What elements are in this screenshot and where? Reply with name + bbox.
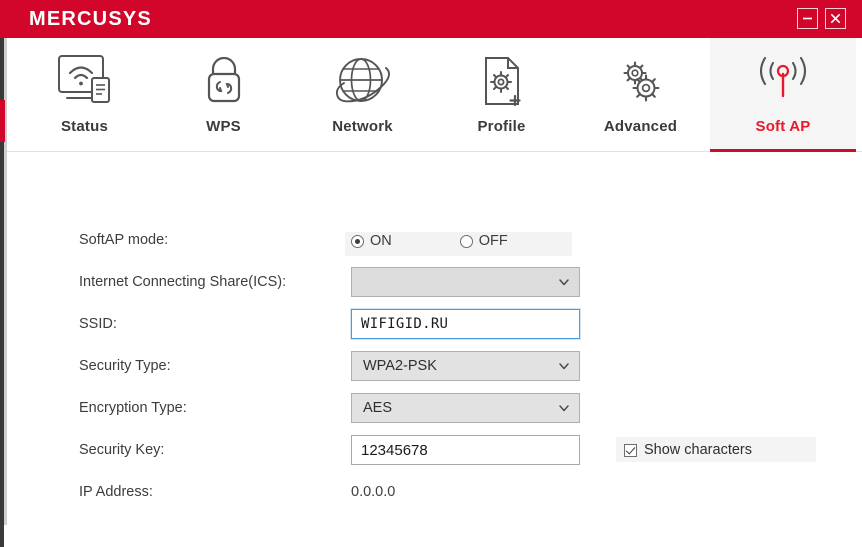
tab-wps[interactable]: WPS	[154, 38, 293, 151]
show-characters-checkbox[interactable]: Show characters	[616, 435, 816, 465]
row-softap-mode: SoftAP mode: ON OFF	[79, 225, 839, 257]
tab-advanced[interactable]: Advanced	[571, 38, 710, 151]
main-tab-bar: Status WPS Network Profile Advanced Soft…	[7, 38, 862, 152]
softap-mode-label: SoftAP mode:	[79, 232, 169, 248]
softap-mode-radio-group: ON OFF	[345, 225, 572, 257]
title-bar: MERCUSYS	[4, 0, 862, 38]
encryption-type-value: AES	[363, 400, 393, 416]
chevron-down-icon	[559, 363, 569, 370]
active-tab-indicator	[710, 149, 856, 152]
security-type-dropdown[interactable]: WPA2-PSK	[351, 351, 580, 381]
tab-wps-label: WPS	[206, 118, 241, 135]
row-encryption-type: Encryption Type: AES	[79, 393, 839, 425]
tab-profile-label: Profile	[477, 118, 526, 135]
show-characters-indicator	[624, 443, 637, 457]
radio-on-indicator	[351, 234, 364, 248]
row-ssid: SSID: WIFIGID.RU	[79, 309, 839, 341]
window-left-edge-red-accent	[0, 100, 5, 142]
ssid-input[interactable]: WIFIGID.RU	[351, 309, 580, 339]
encryption-type-control: AES	[351, 393, 580, 423]
tab-status-label: Status	[60, 118, 109, 135]
soft-ap-panel: SoftAP mode: ON OFF Internet Connecting …	[7, 153, 862, 547]
radio-off-label: OFF	[478, 233, 508, 249]
tab-network-label: Network	[332, 118, 393, 135]
ics-dropdown[interactable]	[351, 267, 580, 297]
ip-address-label: IP Address:	[79, 484, 153, 500]
chevron-down-icon	[559, 279, 569, 286]
softap-mode-control: ON OFF	[345, 225, 572, 257]
encryption-type-dropdown[interactable]: AES	[351, 393, 580, 423]
security-type-value: WPA2-PSK	[363, 358, 437, 374]
tab-network[interactable]: Network	[293, 38, 432, 151]
document-gear-plus-icon	[471, 50, 533, 112]
minimize-button[interactable]	[797, 8, 818, 29]
lock-wps-icon	[193, 50, 255, 112]
ip-address-control: 0.0.0.0	[351, 477, 395, 507]
security-type-control: WPA2-PSK	[351, 351, 580, 381]
tab-profile[interactable]: Profile	[432, 38, 571, 151]
radio-softap-off[interactable]: OFF	[453, 232, 572, 256]
security-key-label: Security Key:	[79, 442, 165, 458]
ssid-control: WIFIGID.RU	[351, 309, 580, 339]
tab-soft-ap[interactable]: Soft AP	[710, 38, 856, 152]
security-key-control: 12345678	[351, 435, 580, 465]
row-ics: Internet Connecting Share(ICS):	[79, 267, 839, 299]
minimize-icon	[803, 17, 812, 20]
radio-softap-on[interactable]: ON	[345, 232, 463, 256]
tab-status[interactable]: Status	[15, 38, 154, 151]
antenna-signal-icon	[747, 50, 819, 112]
ssid-label: SSID:	[79, 316, 117, 332]
globe-icon	[330, 50, 396, 112]
tab-soft-ap-label: Soft AP	[755, 118, 811, 135]
row-security-type: Security Type: WPA2-PSK	[79, 351, 839, 383]
ics-control	[351, 267, 580, 297]
radio-off-indicator	[459, 234, 473, 248]
gears-icon	[610, 50, 672, 112]
encryption-type-label: Encryption Type:	[79, 400, 187, 416]
mercusys-logo: MERCUSYS	[29, 8, 152, 30]
radio-on-label: ON	[370, 233, 392, 249]
row-security-key: Security Key: 12345678 Show characters	[79, 435, 839, 467]
security-type-label: Security Type:	[79, 358, 171, 374]
ip-address-value: 0.0.0.0	[351, 484, 396, 500]
close-button[interactable]	[825, 8, 846, 29]
soft-ap-form: SoftAP mode: ON OFF Internet Connecting …	[79, 225, 839, 519]
show-characters-label: Show characters	[644, 442, 752, 458]
softap-window: MERCUSYS Status WPS Network Profile Adva…	[0, 0, 862, 547]
window-controls	[797, 8, 846, 29]
security-key-input[interactable]: 12345678	[351, 435, 580, 465]
ics-label: Internet Connecting Share(ICS):	[79, 274, 287, 290]
monitor-wifi-icon	[54, 50, 116, 112]
chevron-down-icon	[559, 405, 569, 412]
row-ip-address: IP Address: 0.0.0.0	[79, 477, 839, 509]
tab-advanced-label: Advanced	[603, 118, 678, 135]
close-icon	[830, 13, 841, 24]
